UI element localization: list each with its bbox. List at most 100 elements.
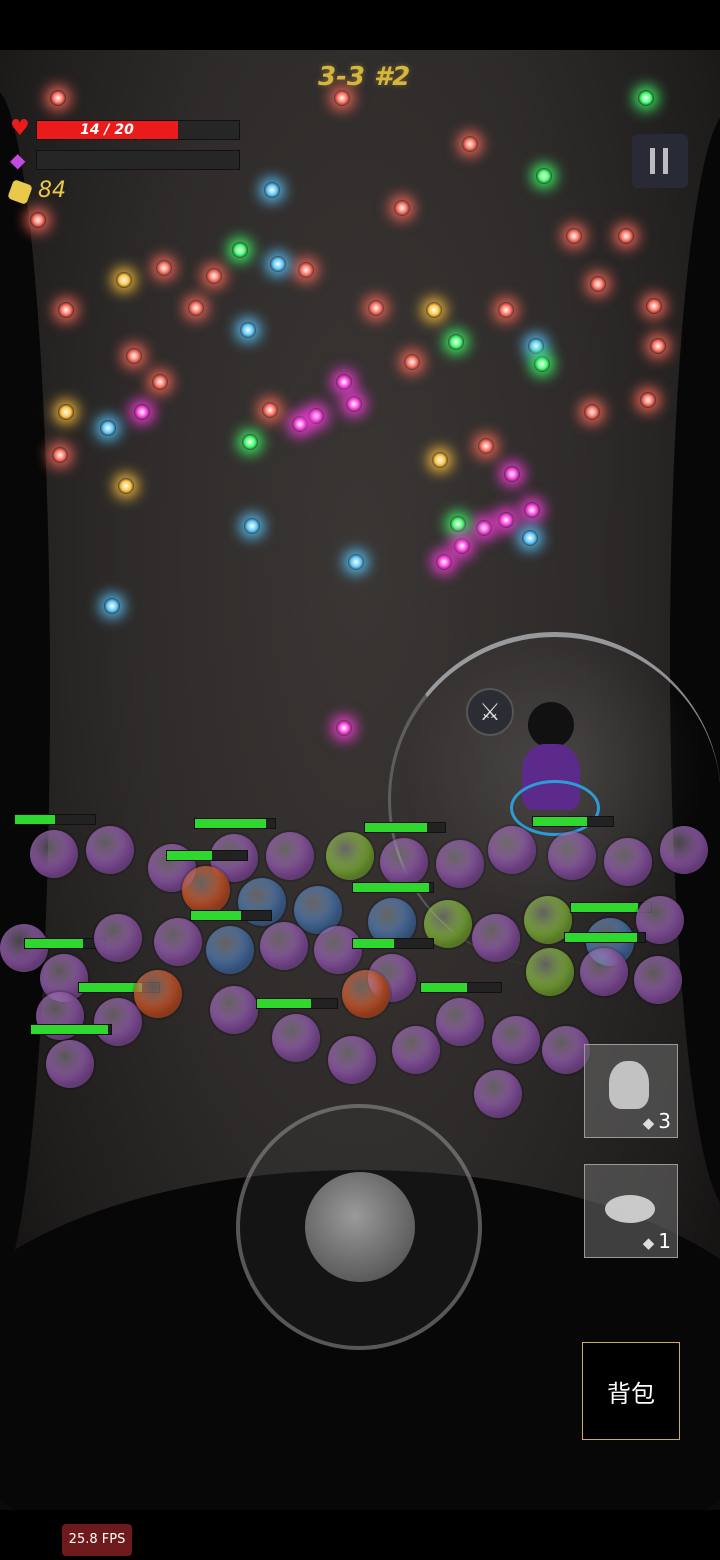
diamond-icon: ◆ xyxy=(642,1234,655,1252)
enemy xyxy=(206,926,254,974)
projectile xyxy=(536,168,552,184)
enemy-health-bar xyxy=(14,814,96,825)
seed-pouch-skill-button[interactable]: ◆ 1 xyxy=(584,1164,678,1258)
enemy xyxy=(526,948,574,996)
enemy-health-bar xyxy=(364,822,446,833)
projectile xyxy=(450,516,466,532)
projectile xyxy=(116,272,132,288)
fist-icon xyxy=(609,1061,649,1109)
mana-bar xyxy=(36,150,240,170)
pause-button[interactable] xyxy=(632,134,688,188)
projectile xyxy=(498,302,514,318)
projectile xyxy=(368,300,384,316)
projectile xyxy=(522,530,538,546)
projectile xyxy=(58,302,74,318)
enemy xyxy=(604,838,652,886)
enemy-health-bar xyxy=(166,850,248,861)
projectile xyxy=(188,300,204,316)
enemy xyxy=(392,1026,440,1074)
projectile xyxy=(118,478,134,494)
enemy xyxy=(266,832,314,880)
health-bar: 14 / 20 xyxy=(36,120,240,140)
seed-pouch-skill-count: ◆ 1 xyxy=(643,1229,671,1253)
enemy xyxy=(634,956,682,1004)
player-character xyxy=(510,702,600,836)
enemy-health-bar xyxy=(194,818,276,829)
enemy xyxy=(472,914,520,962)
enemy xyxy=(272,1014,320,1062)
enemy xyxy=(260,922,308,970)
projectile xyxy=(100,420,116,436)
enemy xyxy=(436,840,484,888)
fist-skill-button[interactable]: ◆ 3 xyxy=(584,1044,678,1138)
projectile xyxy=(504,466,520,482)
projectile xyxy=(126,348,142,364)
projectile xyxy=(308,408,324,424)
enemy-health-bar xyxy=(256,998,338,1009)
projectile xyxy=(152,374,168,390)
enemy-health-bar xyxy=(564,932,646,943)
enemy xyxy=(30,830,78,878)
projectile xyxy=(134,404,150,420)
projectile xyxy=(528,338,544,354)
projectile xyxy=(244,518,260,534)
projectile xyxy=(292,416,308,432)
enemy xyxy=(134,970,182,1018)
projectile xyxy=(348,554,364,570)
enemy xyxy=(154,918,202,966)
joystick-knob[interactable] xyxy=(305,1172,415,1282)
projectile xyxy=(242,434,258,450)
projectile xyxy=(448,334,464,350)
enemy xyxy=(542,1026,590,1074)
projectile xyxy=(476,520,492,536)
enemy xyxy=(492,1016,540,1064)
projectile xyxy=(618,228,634,244)
fist-skill-count: ◆ 3 xyxy=(643,1109,671,1133)
projectile xyxy=(432,452,448,468)
projectile xyxy=(336,720,352,736)
projectile xyxy=(394,200,410,216)
enemy-health-bar xyxy=(532,816,614,827)
projectile xyxy=(264,182,280,198)
projectile xyxy=(534,356,550,372)
sword-weapon-icon: ⚔ xyxy=(466,688,514,736)
enemy xyxy=(660,826,708,874)
enemy xyxy=(86,826,134,874)
heart-icon: ♥ xyxy=(10,116,30,141)
bag-button[interactable]: 背包 xyxy=(582,1342,680,1440)
foliage-left xyxy=(0,90,50,1290)
enemy-health-bar xyxy=(30,1024,112,1035)
projectile xyxy=(524,502,540,518)
enemy xyxy=(328,1036,376,1084)
projectile xyxy=(52,447,68,463)
projectile xyxy=(640,392,656,408)
projectile xyxy=(462,136,478,152)
projectile xyxy=(58,404,74,420)
enemy xyxy=(580,948,628,996)
enemy xyxy=(94,914,142,962)
projectile xyxy=(334,90,350,106)
seed-pouch-skill-count-value: 1 xyxy=(658,1229,671,1253)
enemy xyxy=(326,832,374,880)
projectile xyxy=(650,338,666,354)
enemy-health-bar xyxy=(190,910,272,921)
enemy xyxy=(210,986,258,1034)
player-ring xyxy=(510,780,600,836)
projectile xyxy=(262,402,278,418)
diamond-icon: ◆ xyxy=(642,1114,655,1132)
projectile xyxy=(478,438,494,454)
coin-count: 84 xyxy=(38,178,66,203)
player-hair xyxy=(528,702,574,748)
enemy-health-bar xyxy=(352,938,434,949)
fist-skill-count-value: 3 xyxy=(658,1109,671,1133)
enemy xyxy=(94,998,142,1046)
enemy xyxy=(314,926,362,974)
enemy xyxy=(342,970,390,1018)
projectile xyxy=(346,396,362,412)
projectile xyxy=(590,276,606,292)
projectile xyxy=(50,90,66,106)
projectile xyxy=(104,598,120,614)
projectile xyxy=(454,538,470,554)
projectile xyxy=(566,228,582,244)
enemy xyxy=(436,998,484,1046)
